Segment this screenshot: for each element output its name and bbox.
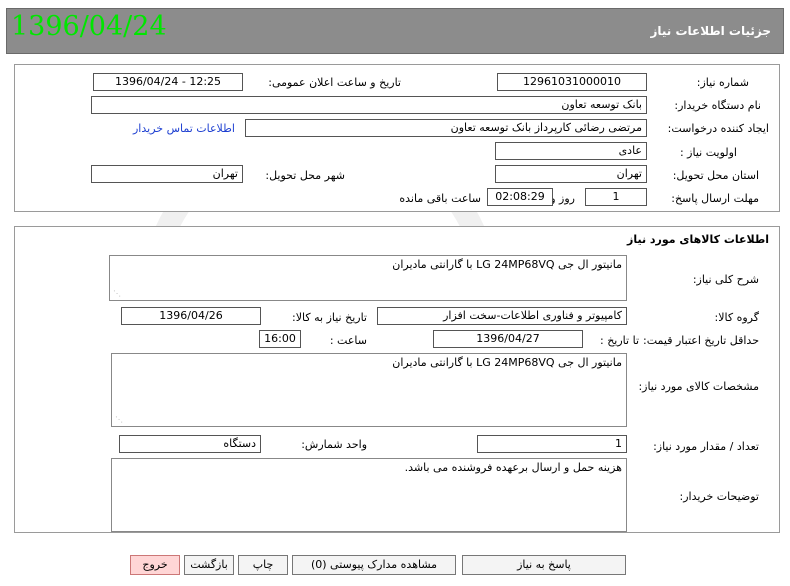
specs-label: مشخصات کالای مورد نیاز: [638,380,759,393]
buyer-org-field: بانک توسعه تعاون [91,96,647,114]
view-attachments-button[interactable]: مشاهده مدارک پیوستی (0) [292,555,456,575]
priority-label: اولویت نیاز : [679,146,737,159]
specs-field: مانیتور ال جی LG 24MP68VQ با گارانتی ماد… [111,353,627,427]
announce-label: تاریخ و ساعت اعلان عمومی: [268,76,401,89]
validity-date-field: 1396/04/27 [433,330,583,348]
group-field: کامپیوتر و فناوری اطلاعات-سخت افزار [377,307,627,325]
need-info-panel: شماره نیاز: 12961031000010 تاریخ و ساعت … [14,64,780,212]
until-label: تا تاریخ : [600,334,639,347]
summary-field: مانیتور ال جی LG 24MP68VQ با گارانتی ماد… [109,255,627,301]
province-label: استان محل تحویل: [672,169,759,182]
priority-field: عادی [495,142,647,160]
need-number-field: 12961031000010 [497,73,647,91]
resize-grip-icon: ⋰ [113,289,121,298]
city-label: شهر محل تحویل: [265,169,345,182]
group-label: گروه کالا: [714,311,759,324]
need-date-field: 1396/04/26 [121,307,261,325]
goods-section-title: اطلاعات کالاهای مورد نیاز [627,233,769,246]
qty-label: تعداد / مقدار مورد نیاز: [653,440,759,453]
need-date-label: تاریخ نیاز به کالا: [292,311,367,324]
back-button[interactable]: بازگشت [184,555,234,575]
deadline-days-field: 1 [585,188,647,206]
buyer-notes-label: توضیحات خریدار: [679,490,760,503]
specs-text: مانیتور ال جی LG 24MP68VQ با گارانتی ماد… [392,356,622,369]
creator-field: مرتضی رضائی کارپرداز بانک توسعه تعاون [245,119,647,137]
need-number-label: شماره نیاز: [696,76,749,89]
unit-label: واحد شمارش: [301,438,367,451]
creator-label: ایجاد کننده درخواست: [667,122,769,135]
announce-field: 1396/04/24 - 12:25 [93,73,243,91]
days-word: روز و [550,192,575,205]
province-field: تهران [495,165,647,183]
buyer-contact-link[interactable]: اطلاعات تماس خریدار [133,122,235,135]
goods-panel: اطلاعات کالاهای مورد نیاز شرح کلی نیاز: … [14,226,780,533]
validity-label: حداقل تاریخ اعتبار قیمت: [643,334,759,347]
qty-field: 1 [477,435,627,453]
print-button[interactable]: چاپ [238,555,288,575]
hour-label: ساعت : [329,334,367,347]
summary-text: مانیتور ال جی LG 24MP68VQ با گارانتی ماد… [392,258,622,271]
remaining-label: ساعت باقی مانده [399,192,481,205]
deadline-label: مهلت ارسال پاسخ: [671,192,759,205]
buyer-notes-text: هزینه حمل و ارسال برعهده فروشنده می باشد… [404,461,622,474]
resize-grip-icon: ⋰ [115,415,123,424]
unit-field: دستگاه [119,435,261,453]
title-bar: 1396/04/24 جزئیات اطلاعات نیاز [6,8,784,54]
deadline-time-field: 02:08:29 [487,188,553,206]
date-stamp: 1396/04/24 [11,11,167,42]
buyer-org-label: نام دستگاه خریدار: [674,99,761,112]
reply-button[interactable]: پاسخ به نیاز [462,555,626,575]
page-title: جزئیات اطلاعات نیاز [650,24,771,38]
exit-button[interactable]: خروج [130,555,180,575]
buyer-notes-field: هزینه حمل و ارسال برعهده فروشنده می باشد… [111,458,627,532]
city-field: تهران [91,165,243,183]
summary-label: شرح کلی نیاز: [692,273,759,286]
validity-time-field: 16:00 [259,330,301,348]
